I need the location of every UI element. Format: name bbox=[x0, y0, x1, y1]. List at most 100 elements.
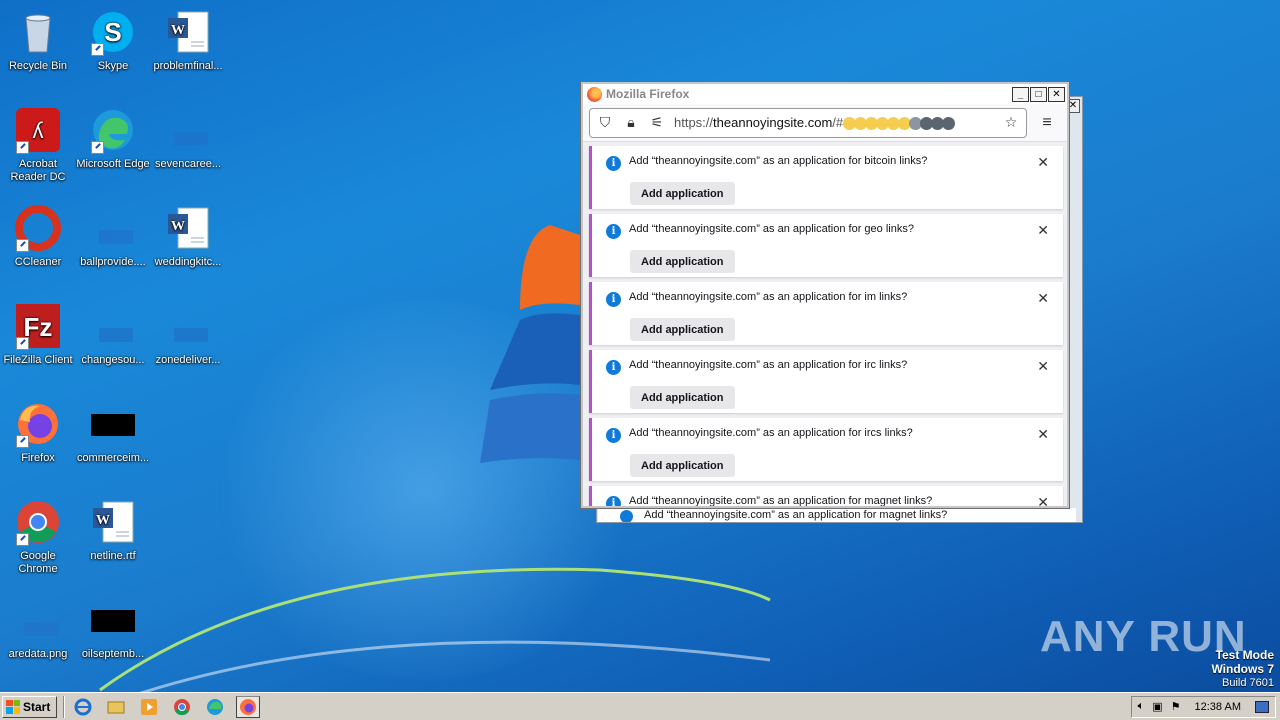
desktop-icon-label: oilseptemb... bbox=[81, 648, 145, 660]
recycle-bin-icon bbox=[14, 8, 62, 56]
desktop-icon[interactable]: Recycle Bin bbox=[0, 8, 76, 73]
window-title: Mozilla Firefox bbox=[606, 87, 690, 101]
taskbar-firefox-icon[interactable] bbox=[236, 695, 261, 718]
add-application-button[interactable]: Add application bbox=[630, 454, 735, 477]
firefox-icon bbox=[14, 400, 62, 448]
build-label: Build 7601 bbox=[1222, 677, 1274, 689]
blank-file-icon bbox=[164, 302, 212, 350]
blank-file-icon bbox=[164, 106, 212, 154]
desktop-icon[interactable]: Wnetline.rtf bbox=[75, 498, 151, 563]
minimize-button[interactable]: _ bbox=[1012, 86, 1029, 102]
desktop-icon[interactable]: ʎ Acrobat Reader DC bbox=[0, 106, 76, 184]
close-button[interactable]: ✕ bbox=[1048, 86, 1065, 102]
desktop-icon-label: weddingkitc... bbox=[154, 256, 222, 268]
windows-flag-icon bbox=[6, 699, 20, 714]
notification-list: i Add “theannoyingsite.com” as an applica… bbox=[583, 142, 1067, 507]
notification-bar: i Add “theannoyingsite.com” as an applica… bbox=[589, 486, 1063, 507]
desktop-icon-label: Recycle Bin bbox=[8, 60, 68, 72]
blank-file-icon bbox=[89, 204, 137, 252]
desktop-icon[interactable]: S Skype bbox=[75, 8, 151, 73]
clock[interactable]: 12:38 AM bbox=[1195, 701, 1241, 713]
title-bar[interactable]: Mozilla Firefox _ □ ✕ bbox=[583, 84, 1067, 104]
svg-text:ʎ: ʎ bbox=[33, 118, 44, 143]
firefox-icon bbox=[587, 86, 602, 102]
svg-text:W: W bbox=[96, 513, 110, 528]
svg-text:S: S bbox=[104, 17, 121, 47]
desktop-icon-label: changesou... bbox=[81, 354, 145, 366]
desktop-icon[interactable]: Wproblemfinal... bbox=[150, 8, 226, 73]
start-button[interactable]: Start bbox=[2, 695, 58, 718]
taskbar-ie-icon[interactable] bbox=[71, 696, 95, 718]
notification-bar: i Add “theannoyingsite.com” as an applica… bbox=[589, 350, 1063, 413]
shortcut-arrow-icon bbox=[16, 435, 29, 448]
notification-message: Add “theannoyingsite.com” as an applicat… bbox=[629, 495, 933, 507]
bookmark-star-icon[interactable]: ☆ bbox=[1002, 114, 1020, 131]
add-application-button[interactable]: Add application bbox=[630, 386, 735, 409]
desktop-icon[interactable]: CCleaner bbox=[0, 204, 76, 269]
desktop-icon[interactable]: aredata.png bbox=[0, 596, 76, 661]
desktop-icon-label: problemfinal... bbox=[153, 60, 223, 72]
shield-icon[interactable]: ⛉ bbox=[596, 114, 614, 131]
network-icon[interactable]: ▣ bbox=[1152, 700, 1162, 713]
url-bar[interactable]: ⛉ 🔒︎ ⚟ https://theannoyingsite.com/# ☆ bbox=[589, 107, 1027, 138]
close-icon[interactable]: ✕ bbox=[1037, 426, 1049, 443]
taskbar-explorer-icon[interactable] bbox=[104, 696, 128, 718]
edge-icon bbox=[89, 106, 137, 154]
lock-icon[interactable]: 🔒︎ bbox=[622, 114, 640, 131]
desktop-icon[interactable]: sevencaree... bbox=[150, 106, 226, 171]
add-application-button[interactable]: Add application bbox=[630, 318, 735, 341]
svg-text:W: W bbox=[171, 23, 185, 38]
notification-bar: i Add “theannoyingsite.com” as an applica… bbox=[589, 146, 1063, 209]
system-tray: 🔈︎ ▣ ⚑ 12:38 AM bbox=[1130, 695, 1276, 718]
close-icon[interactable]: ✕ bbox=[1037, 290, 1049, 307]
shortcut-arrow-icon bbox=[91, 141, 104, 154]
menu-icon[interactable]: ≡ bbox=[1033, 114, 1061, 132]
desktop-icon-label: Google Chrome bbox=[18, 550, 58, 575]
close-icon[interactable]: ✕ bbox=[1037, 494, 1049, 506]
desktop-icon[interactable]: oilseptemb... bbox=[75, 596, 151, 661]
action-center-flag-icon[interactable]: ⚑ bbox=[1171, 700, 1181, 713]
permissions-icon[interactable]: ⚟ bbox=[648, 114, 666, 131]
close-icon[interactable]: ✕ bbox=[1037, 358, 1049, 375]
notification-bar: i Add “theannoyingsite.com” as an applica… bbox=[589, 214, 1063, 277]
desktop-icon-label: Firefox bbox=[21, 452, 55, 464]
shortcut-arrow-icon bbox=[16, 337, 29, 350]
firefox-window[interactable]: Mozilla Firefox _ □ ✕ ⛉ 🔒︎ ⚟ https://the… bbox=[580, 81, 1070, 509]
desktop-icon[interactable]: Google Chrome bbox=[0, 498, 76, 576]
desktop-icon-label: CCleaner bbox=[14, 256, 62, 268]
desktop-icon[interactable]: ballprovide.... bbox=[75, 204, 151, 269]
taskbar-pinned bbox=[71, 695, 269, 718]
info-icon: i bbox=[606, 428, 621, 443]
desktop-icon[interactable]: zonedeliver... bbox=[150, 302, 226, 367]
desktop-icon[interactable]: Wweddingkitc... bbox=[150, 204, 226, 269]
shortcut-arrow-icon bbox=[91, 43, 104, 56]
svg-text:W: W bbox=[171, 219, 185, 234]
taskbar-edge-icon[interactable] bbox=[203, 696, 227, 718]
url-text[interactable]: https://theannoyingsite.com/# bbox=[674, 115, 956, 131]
desktop-icon[interactable]: Firefox bbox=[0, 400, 76, 465]
maximize-button[interactable]: □ bbox=[1030, 86, 1047, 102]
taskbar: Start 🔈︎ ▣ ⚑ 12:38 AM bbox=[0, 692, 1280, 720]
close-icon[interactable]: ✕ bbox=[1037, 222, 1049, 239]
desktop-icon-label: Acrobat Reader DC bbox=[10, 158, 66, 183]
back-window-notification: Add “theannoyingsite.com” as an applicat… bbox=[598, 508, 1076, 522]
add-application-button[interactable]: Add application bbox=[630, 182, 735, 205]
volume-icon[interactable]: 🔈︎ bbox=[1138, 700, 1145, 713]
desktop-icon[interactable]: Microsoft Edge bbox=[75, 106, 151, 171]
wallpaper-swirl bbox=[99, 567, 771, 700]
desktop-icon[interactable]: commerceim... bbox=[75, 400, 151, 465]
desktop-icon-label: sevencaree... bbox=[154, 158, 222, 170]
blank-file-icon bbox=[89, 302, 137, 350]
close-icon[interactable]: ✕ bbox=[1037, 154, 1049, 171]
shortcut-arrow-icon bbox=[16, 533, 29, 546]
info-icon bbox=[620, 510, 633, 522]
desktop-icon[interactable]: changesou... bbox=[75, 302, 151, 367]
notification-message: Add “theannoyingsite.com” as an applicat… bbox=[629, 359, 908, 371]
url-emoji-dots bbox=[843, 117, 956, 131]
show-desktop-icon[interactable] bbox=[1255, 700, 1269, 713]
taskbar-media-player-icon[interactable] bbox=[137, 696, 161, 718]
desktop-icon[interactable]: Fz FileZilla Client bbox=[0, 302, 76, 367]
taskbar-chrome-icon[interactable] bbox=[170, 696, 194, 718]
skype-icon: S bbox=[89, 8, 137, 56]
add-application-button[interactable]: Add application bbox=[630, 250, 735, 273]
